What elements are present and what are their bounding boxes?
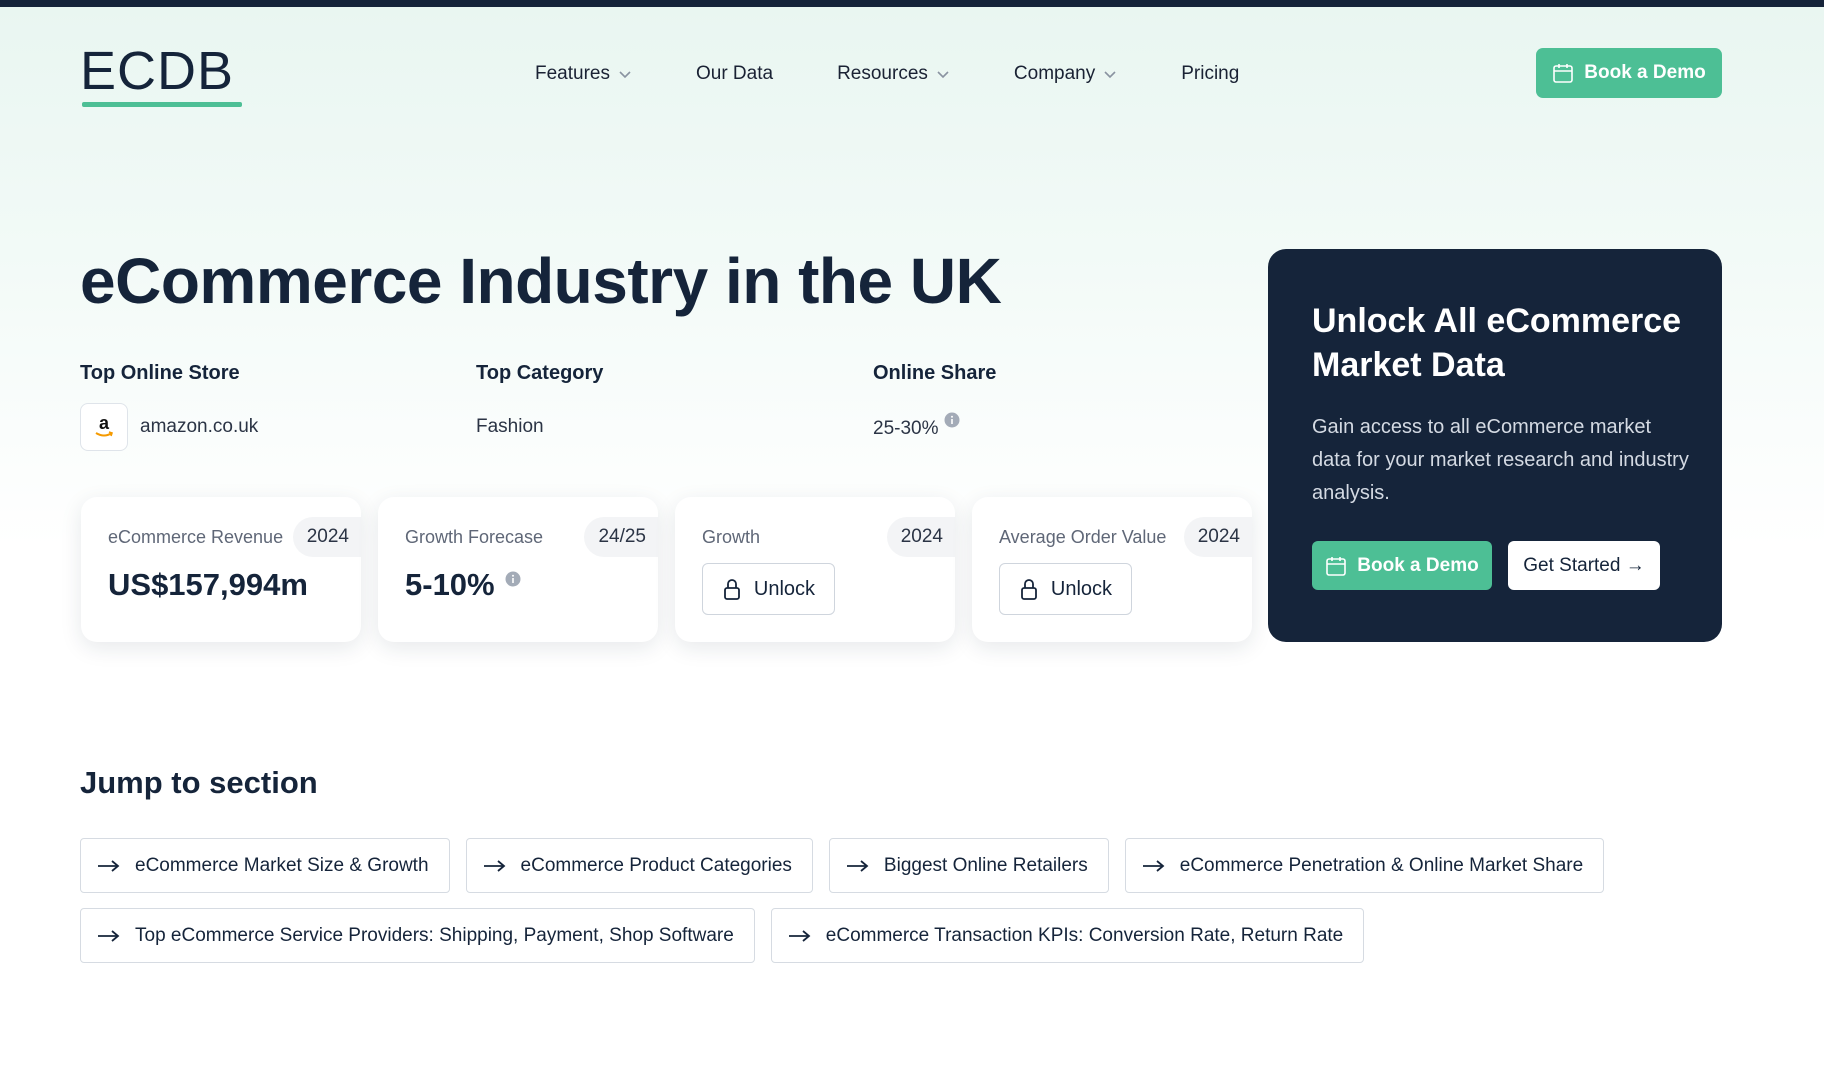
ecdb-logo[interactable]: ECDB xyxy=(80,44,244,110)
amazon-letter: a xyxy=(99,414,110,433)
unlock-button[interactable]: Unlock xyxy=(999,563,1132,615)
arrow-right-icon xyxy=(788,929,811,942)
card-label: Growth xyxy=(702,527,761,547)
amazon-logo: a xyxy=(80,403,128,451)
arrow-right-icon xyxy=(98,859,120,872)
panel-title: Unlock All eCommerce Market Data xyxy=(1312,302,1682,384)
unlock-label: Unlock xyxy=(1050,577,1113,600)
unlock-label: Unlock xyxy=(753,577,816,600)
top-accent-bar xyxy=(0,0,1824,7)
card-value: 5-10% xyxy=(405,567,495,602)
nav-our-data-label: Our Data xyxy=(695,63,774,84)
lock-icon xyxy=(724,579,740,600)
stat-card-aov: Average Order Value 2024 Unlock xyxy=(972,497,1252,642)
jump-link-label: Top eCommerce Service Providers: Shippin… xyxy=(135,924,734,946)
jump-link-label: Biggest Online Retailers xyxy=(883,854,1088,876)
calendar-icon xyxy=(1553,64,1574,83)
arrow-right-icon xyxy=(846,859,869,872)
top-store-value[interactable]: amazon.co.uk xyxy=(140,416,258,438)
arrow-right-icon xyxy=(98,929,120,942)
logo-underline xyxy=(82,102,242,107)
nav-pricing-label: Pricing xyxy=(1181,63,1240,84)
jump-link-penetration[interactable]: eCommerce Penetration & Online Market Sh… xyxy=(1124,838,1605,893)
nav-resources-label: Resources xyxy=(837,63,928,84)
jump-link-product-categories[interactable]: eCommerce Product Categories xyxy=(465,838,813,893)
card-label: Growth Forecase xyxy=(405,527,544,547)
unlock-data-panel: Unlock All eCommerce Market Data Gain ac… xyxy=(1268,249,1722,642)
jump-links-row-2: Top eCommerce Service Providers: Shippin… xyxy=(80,908,1380,963)
nav-our-data[interactable]: Our Data xyxy=(696,63,773,85)
online-share-value: 25-30% xyxy=(873,418,939,439)
year-badge: 2024 xyxy=(1183,517,1252,557)
calendar-icon xyxy=(1326,556,1347,576)
chevron-down-icon xyxy=(1104,71,1116,79)
book-demo-button[interactable]: Book a Demo xyxy=(1536,48,1722,98)
card-value: US$157,994m xyxy=(108,567,308,602)
card-label: eCommerce Revenue xyxy=(108,527,284,547)
chevron-down-icon xyxy=(937,71,949,79)
info-icon[interactable] xyxy=(505,571,521,587)
main-nav: Features Our Data Resources Company Pric… xyxy=(535,58,1303,90)
top-category-value: Fashion xyxy=(476,416,544,437)
panel-description: Gain access to all eCommerce market data… xyxy=(1312,416,1689,504)
stat-card-revenue: eCommerce Revenue 2024 US$157,994m xyxy=(81,497,361,642)
get-started-label: Get Started → xyxy=(1523,554,1645,576)
jump-section-title: Jump to section xyxy=(80,765,318,800)
nav-features-label: Features xyxy=(535,63,610,84)
logo-text: ECDB xyxy=(80,41,235,101)
jump-link-label: eCommerce Penetration & Online Market Sh… xyxy=(1179,854,1584,876)
info-icon[interactable] xyxy=(944,412,960,428)
stat-card-growth-forecast: Growth Forecase 24/25 5-10% xyxy=(378,497,658,642)
chevron-down-icon xyxy=(619,71,631,79)
year-badge: 24/25 xyxy=(584,517,658,557)
jump-link-label: eCommerce Product Categories xyxy=(520,854,792,876)
unlock-button[interactable]: Unlock xyxy=(702,563,835,615)
jump-link-label: eCommerce Market Size & Growth xyxy=(135,854,429,876)
jump-links-row-1: eCommerce Market Size & Growth eCommerce… xyxy=(80,838,1620,893)
jump-link-market-size[interactable]: eCommerce Market Size & Growth xyxy=(80,838,450,893)
jump-link-transaction-kpis[interactable]: eCommerce Transaction KPIs: Conversion R… xyxy=(770,908,1365,963)
online-share-label: Online Share xyxy=(873,362,997,384)
card-label: Average Order Value xyxy=(999,527,1167,547)
jump-link-service-providers[interactable]: Top eCommerce Service Providers: Shippin… xyxy=(80,908,755,963)
stat-card-growth: Growth 2024 Unlock xyxy=(675,497,955,642)
jump-link-label: eCommerce Transaction KPIs: Conversion R… xyxy=(825,924,1344,946)
nav-company[interactable]: Company xyxy=(1014,63,1117,85)
panel-book-demo-button[interactable]: Book a Demo xyxy=(1312,541,1492,590)
top-store-label: Top Online Store xyxy=(80,362,240,384)
arrow-right-icon xyxy=(483,859,505,872)
year-badge: 2024 xyxy=(292,517,361,557)
jump-link-retailers[interactable]: Biggest Online Retailers xyxy=(828,838,1109,893)
page-title: eCommerce Industry in the UK xyxy=(80,245,1002,317)
year-badge: 2024 xyxy=(886,517,955,557)
nav-pricing[interactable]: Pricing xyxy=(1181,63,1239,85)
top-category-label: Top Category xyxy=(476,362,604,384)
book-demo-label: Book a Demo xyxy=(1584,62,1706,83)
nav-resources[interactable]: Resources xyxy=(837,63,950,85)
arrow-right-icon xyxy=(1142,859,1165,872)
amazon-icon: a xyxy=(95,414,114,437)
nav-company-label: Company xyxy=(1013,63,1096,84)
lock-icon xyxy=(1021,579,1037,600)
nav-features[interactable]: Features xyxy=(535,63,632,85)
panel-book-demo-label: Book a Demo xyxy=(1357,554,1479,576)
get-started-button[interactable]: Get Started → xyxy=(1508,541,1660,590)
